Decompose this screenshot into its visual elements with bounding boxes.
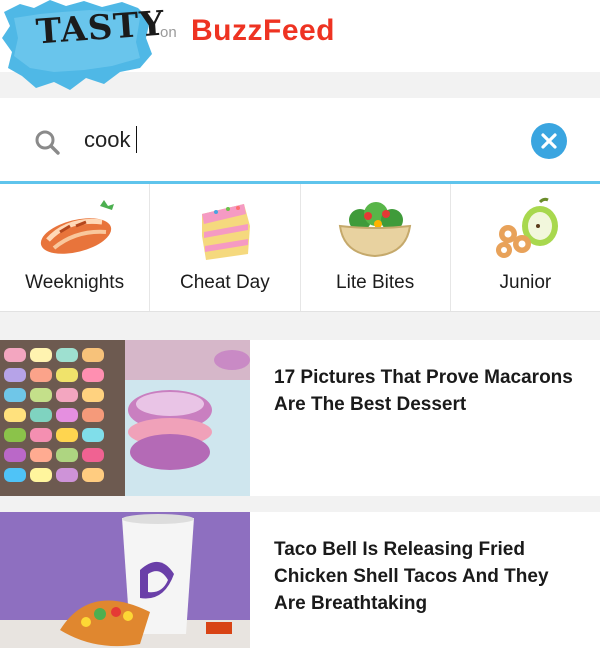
cake-slice-icon [201,204,250,260]
article-card[interactable]: Taco Bell Is Releasing Fried Chicken She… [0,512,600,648]
macarons-image [0,340,250,496]
article-card[interactable]: 17 Pictures That Prove Macarons Are The … [0,340,600,496]
category-cheat-day[interactable]: Cheat Day [150,184,301,311]
salad-bowl-icon [338,202,412,258]
close-icon [541,133,557,149]
article-title[interactable]: 17 Pictures That Prove Macarons Are The … [274,364,584,418]
category-label: Cheat Day [179,272,270,293]
tasty-logo[interactable]: TASTY [0,0,166,94]
clear-search-button[interactable] [531,123,567,159]
text-caret [136,126,137,153]
category-label: Lite Bites [336,272,415,293]
category-label: Weeknights [25,272,125,293]
category-label: Junior [499,272,552,293]
search-input[interactable] [84,122,504,158]
buzzfeed-logo[interactable]: BuzzFeed [191,14,335,48]
apple-snack-icon [496,197,559,258]
search-icon [35,130,60,155]
search-bar [0,98,600,184]
article-title[interactable]: Taco Bell Is Releasing Fried Chicken She… [274,536,584,617]
top-header: TASTY on BuzzFeed [0,0,600,90]
on-label: on [160,24,177,41]
category-lite-bites[interactable]: Lite Bites [301,184,451,311]
chicken-breast-icon [40,200,114,254]
category-bar: Weeknights Cheat Day Lite Bites Junior [0,184,600,312]
category-weeknights[interactable]: Weeknights [0,184,151,311]
taco-image [0,512,250,648]
category-junior[interactable]: Junior [451,184,600,311]
